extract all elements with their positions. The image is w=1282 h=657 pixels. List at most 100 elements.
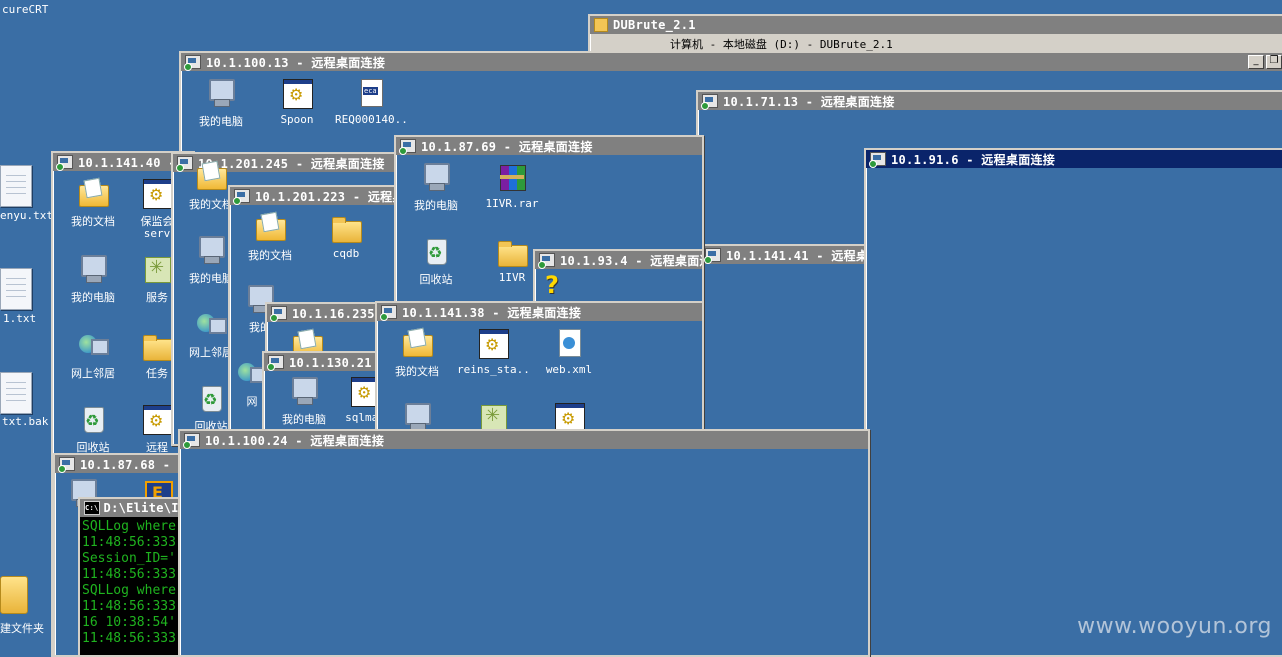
recycle-bin-icon bbox=[77, 403, 109, 435]
desktop: cureCRT enyu.txt 1.txt txt.bak 建文件夹 DUBr… bbox=[0, 0, 1282, 657]
console-line: SQLLog where bbox=[82, 583, 176, 598]
console-titlebar[interactable]: C:\ D:\Elite\IV bbox=[80, 499, 184, 517]
titlebar-active[interactable]: 10.1.91.6 - 远程桌面连接 bbox=[866, 150, 1282, 168]
console-line: 11:48:56:333 bbox=[82, 599, 176, 614]
console-window[interactable]: C:\ D:\Elite\IV SQLLog where 11:48:56:33… bbox=[78, 497, 186, 657]
computer-icon bbox=[195, 234, 227, 266]
documents-icon bbox=[401, 327, 433, 359]
titlebar[interactable]: 10.1.100.24 - 远程桌面连接 bbox=[180, 431, 868, 449]
window-title: 10.1.201.223 - 远程桌面连接 bbox=[255, 189, 405, 204]
rdp-icon bbox=[380, 305, 397, 321]
dubrute-titlebar[interactable]: DUBrute_2.1 bbox=[590, 16, 1282, 34]
window-title: 10.1.87.69 - 远程桌面连接 bbox=[421, 139, 593, 154]
computer-icon bbox=[77, 253, 109, 285]
folder-icon bbox=[594, 18, 608, 32]
icon-label: 1IVR.rar bbox=[485, 197, 539, 210]
window-title: 10.1.100.24 - 远程桌面连接 bbox=[205, 433, 385, 448]
desktop-icon-reins[interactable]: reins_sta... bbox=[457, 327, 529, 376]
desktop-icon-req[interactable]: REQ000140... bbox=[335, 77, 407, 126]
titlebar[interactable]: 10.1.87.68 - 远程桌面连接 bbox=[55, 455, 195, 473]
titlebar[interactable]: 10.1.201.223 - 远程桌面连接 bbox=[230, 187, 405, 205]
icon-label: 我的电脑 bbox=[282, 413, 326, 426]
desktop-icon-mycomputer[interactable]: 我的电脑 bbox=[57, 253, 129, 305]
rdp-icon bbox=[184, 55, 201, 71]
network-icon bbox=[195, 308, 227, 340]
window-title: 10.1.141.41 - 远程桌面连接 bbox=[726, 248, 871, 263]
computer-icon bbox=[420, 161, 452, 193]
icon-label: cqdb bbox=[332, 247, 360, 260]
rdp-icon bbox=[58, 457, 75, 473]
services-icon bbox=[141, 253, 173, 285]
console-icon: C:\ bbox=[84, 501, 100, 515]
desktop-icon-mycomputer[interactable]: 我的电脑 bbox=[185, 77, 257, 129]
watermark: www.wooyun.org bbox=[1077, 614, 1272, 639]
text-file-icon[interactable] bbox=[0, 165, 32, 207]
folder-icon bbox=[141, 329, 173, 361]
folder-icon[interactable] bbox=[0, 576, 28, 614]
documents-icon bbox=[195, 160, 227, 192]
minimize-button[interactable]: _ bbox=[1248, 55, 1264, 69]
icon-label: web.xml bbox=[545, 363, 593, 376]
console-line: 11:48:56:333 bbox=[82, 631, 176, 646]
console-line: Session_ID=' bbox=[82, 551, 176, 566]
rdp-window-10-1-91-6[interactable]: 10.1.91.6 - 远程桌面连接 bbox=[864, 148, 1282, 657]
icon-label: Spoon bbox=[280, 113, 314, 126]
desktop-label-securecrt: cureCRT bbox=[2, 3, 49, 16]
recycle-bin-icon bbox=[195, 382, 227, 414]
rdp-icon bbox=[538, 253, 555, 269]
rdp-icon bbox=[701, 94, 718, 110]
icon-label: 回收站 bbox=[419, 273, 453, 286]
icon-label: 我的文档 bbox=[248, 249, 292, 262]
console-line: 11:48:56:333 bbox=[82, 535, 176, 550]
folder-icon bbox=[330, 211, 362, 243]
desktop-icon-rar[interactable]: 1IVR.rar bbox=[476, 161, 548, 210]
desktop-icon-label[interactable]: txt.bak bbox=[2, 415, 48, 428]
window-title: 10.1.93.4 - 远程桌面连接 bbox=[560, 253, 702, 268]
rdp-window-10-1-100-24[interactable]: 10.1.100.24 - 远程桌面连接 bbox=[178, 429, 870, 657]
help-icon bbox=[537, 271, 569, 303]
desktop-icon-cqdb[interactable]: cqdb bbox=[310, 211, 382, 260]
titlebar[interactable]: 10.1.141.41 - 远程桌面连接 bbox=[701, 246, 871, 264]
rdp-icon bbox=[869, 152, 886, 168]
computer-icon bbox=[288, 375, 320, 407]
desktop-icon-webxml[interactable]: web.xml bbox=[533, 327, 605, 376]
rdp-icon bbox=[183, 433, 200, 449]
documents-icon bbox=[254, 211, 286, 243]
icon-label: 我的电脑 bbox=[199, 115, 243, 128]
rdp-icon bbox=[233, 189, 250, 205]
console-line: SQLLog where bbox=[82, 519, 176, 534]
desktop-icon-mydocuments[interactable]: 我的文档 bbox=[57, 177, 129, 229]
titlebar[interactable]: 10.1.100.13 - 远程桌面连接 bbox=[181, 53, 1282, 71]
titlebar[interactable]: 10.1.71.13 - 远程桌面连接 bbox=[698, 92, 1282, 110]
rdp-window-10-1-141-38[interactable]: 10.1.141.38 - 远程桌面连接 我的文档 reins_sta... w… bbox=[375, 301, 704, 446]
document-icon bbox=[355, 77, 387, 109]
console-output[interactable]: SQLLog where 11:48:56:333 Session_ID=' 1… bbox=[80, 517, 184, 649]
desktop-icon-label[interactable]: 建文件夹 bbox=[0, 620, 44, 636]
titlebar[interactable]: 10.1.93.4 - 远程桌面连接 bbox=[535, 251, 702, 269]
titlebar[interactable]: 10.1.141.38 - 远程桌面连接 bbox=[377, 303, 702, 321]
desktop-icon-label[interactable]: 1.txt bbox=[3, 312, 36, 325]
desktop-icon-mydocuments[interactable]: 我的文档 bbox=[234, 211, 306, 263]
desktop-icon-label[interactable]: enyu.txt bbox=[0, 209, 53, 222]
desktop-icon-network[interactable]: 网上邻居 bbox=[57, 329, 129, 381]
desktop-icon-recyclebin[interactable]: 回收站 bbox=[57, 403, 129, 455]
text-file-icon[interactable] bbox=[0, 268, 32, 310]
console-line: 16 10:38:54' bbox=[82, 615, 176, 630]
desktop-icon-recyclebin[interactable]: 回收站 bbox=[400, 235, 472, 287]
titlebar[interactable]: 10.1.87.69 - 远程桌面连接 bbox=[396, 137, 702, 155]
icon-label: reins_sta... bbox=[457, 363, 529, 376]
text-file-icon[interactable] bbox=[0, 372, 32, 414]
icon-label: 我的电脑 bbox=[71, 291, 115, 304]
restore-button[interactable]: ❐ bbox=[1266, 55, 1282, 69]
window-title: 10.1.100.13 - 远程桌面连接 bbox=[206, 55, 386, 70]
app-shortcut-icon bbox=[477, 327, 509, 359]
desktop-icon-spoon[interactable]: Spoon bbox=[261, 77, 333, 126]
window-title: 10.1.130.21 - 远程桌面连接 bbox=[289, 355, 389, 370]
titlebar[interactable]: 10.1.130.21 - 远程桌面连接 bbox=[264, 353, 389, 371]
icon-label: 我的文档 bbox=[71, 215, 115, 228]
desktop-icon-mycomputer[interactable]: 我的电脑 bbox=[268, 375, 340, 427]
desktop-icon-mycomputer[interactable]: 我的电脑 bbox=[400, 161, 472, 213]
desktop-icon-mydocuments[interactable]: 我的文档 bbox=[381, 327, 453, 379]
folder-icon bbox=[496, 235, 528, 267]
rdp-icon bbox=[56, 155, 73, 171]
